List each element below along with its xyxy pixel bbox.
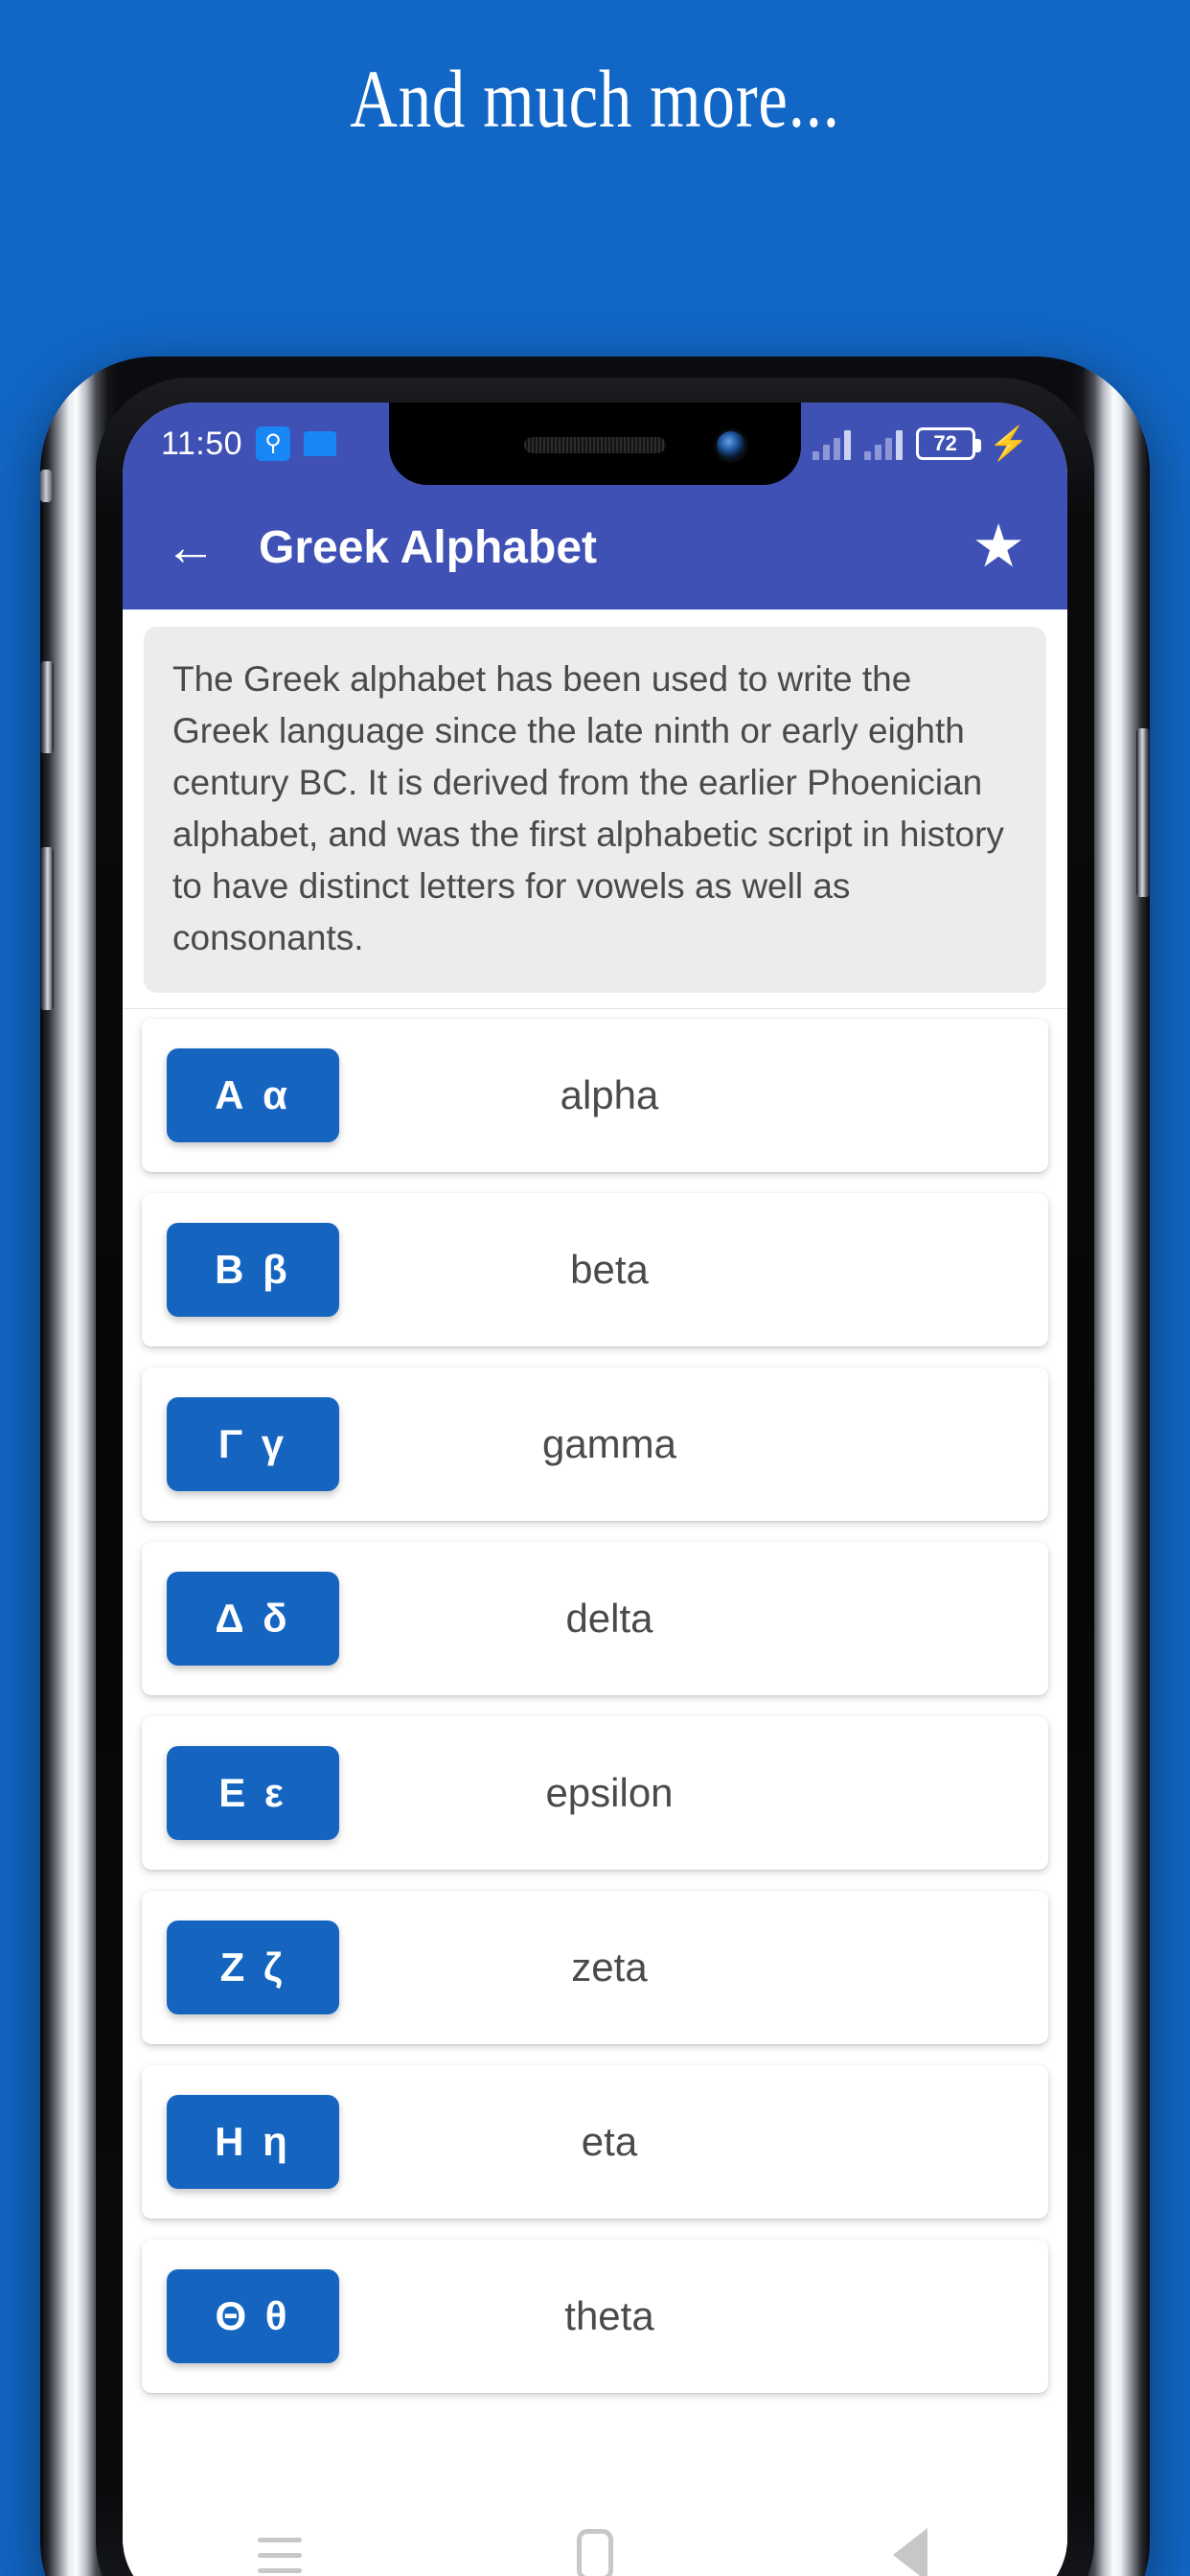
volume-up-button[interactable] <box>40 661 54 753</box>
table-row[interactable]: Ζ ζ zeta <box>142 1891 1048 2045</box>
letter-name-label: epsilon <box>545 1770 674 1816</box>
volume-down-button[interactable] <box>40 847 54 1010</box>
letter-name-label: beta <box>570 1247 649 1293</box>
hamburger-recents-icon <box>258 2537 303 2573</box>
table-row[interactable]: Θ θ theta <box>142 2240 1048 2394</box>
back-button[interactable] <box>853 2521 968 2576</box>
promo-headline: And much more... <box>350 53 840 145</box>
recents-button[interactable] <box>222 2521 337 2576</box>
mute-switch[interactable] <box>40 470 52 502</box>
star-favorite-icon[interactable]: ★ <box>972 518 1025 577</box>
table-row[interactable]: Α α alpha <box>142 1019 1048 1173</box>
phone-screen: 11:50 ⚲ 72 ⚡ ← Greek Alphabet ★ The Gree… <box>123 402 1067 2576</box>
letter-badge: Η η <box>167 2095 339 2190</box>
battery-icon: 72 <box>915 427 981 460</box>
promo-slide: And much more... 11:50 ⚲ 72 ⚡ ← Greek Al… <box>0 0 1190 2576</box>
letter-name-label: eta <box>581 2119 638 2165</box>
letter-badge: Ε ε <box>167 1746 339 1841</box>
signal-bars-sim1-icon <box>812 427 851 460</box>
status-bar-clock: 11:50 <box>161 425 243 462</box>
page-title: Greek Alphabet <box>259 521 597 573</box>
content-scroll-area[interactable]: The Greek alphabet has been used to writ… <box>123 610 1067 2576</box>
letter-name-label: gamma <box>541 1421 677 1467</box>
letter-badge: Α α <box>167 1048 339 1143</box>
display-notch <box>389 402 801 485</box>
letter-badge: Δ δ <box>167 1572 339 1667</box>
description-card: The Greek alphabet has been used to writ… <box>144 627 1046 994</box>
front-camera-icon <box>717 431 745 460</box>
table-row[interactable]: Γ γ gamma <box>142 1368 1048 1522</box>
back-triangle-icon <box>892 2528 927 2576</box>
letter-badge: Ζ ζ <box>167 1920 339 2015</box>
back-arrow-icon[interactable]: ← <box>165 521 224 573</box>
letter-badge: Γ γ <box>167 1397 339 1492</box>
table-row[interactable]: Β β beta <box>142 1193 1048 1347</box>
letter-name-label: delta <box>565 1596 653 1642</box>
letter-badge: Β β <box>167 1223 339 1318</box>
letter-name-label: zeta <box>571 1944 648 1990</box>
letter-name-label: alpha <box>560 1072 659 1118</box>
table-row[interactable]: Ε ε epsilon <box>142 1716 1048 1871</box>
charging-bolt-icon: ⚡ <box>988 426 1029 462</box>
power-button[interactable] <box>1136 728 1150 897</box>
status-bar-left: 11:50 ⚲ <box>123 425 337 463</box>
usb-icon: ⚲ <box>256 426 291 461</box>
signal-bars-sim2-icon <box>863 427 903 460</box>
letter-name-label: theta <box>564 2293 654 2339</box>
phone-mockup: 11:50 ⚲ 72 ⚡ ← Greek Alphabet ★ The Gree… <box>40 356 1150 2576</box>
notification-chip-icon <box>304 431 337 456</box>
table-row[interactable]: Δ δ delta <box>142 1542 1048 1696</box>
table-row[interactable]: Η η eta <box>142 2065 1048 2220</box>
home-square-icon <box>576 2529 613 2576</box>
home-button[interactable] <box>538 2521 652 2576</box>
earpiece-speaker-icon <box>524 437 666 453</box>
greek-letter-list: Α α alpha Β β beta Γ γ gamma Δ δ delta Ε ε epsilo… <box>123 1009 1067 2394</box>
letter-badge: Θ θ <box>167 2269 339 2364</box>
android-navigation-bar <box>123 2499 1067 2576</box>
status-bar-right: 72 ⚡ <box>812 427 1067 460</box>
app-bar: ← Greek Alphabet ★ <box>123 485 1067 610</box>
